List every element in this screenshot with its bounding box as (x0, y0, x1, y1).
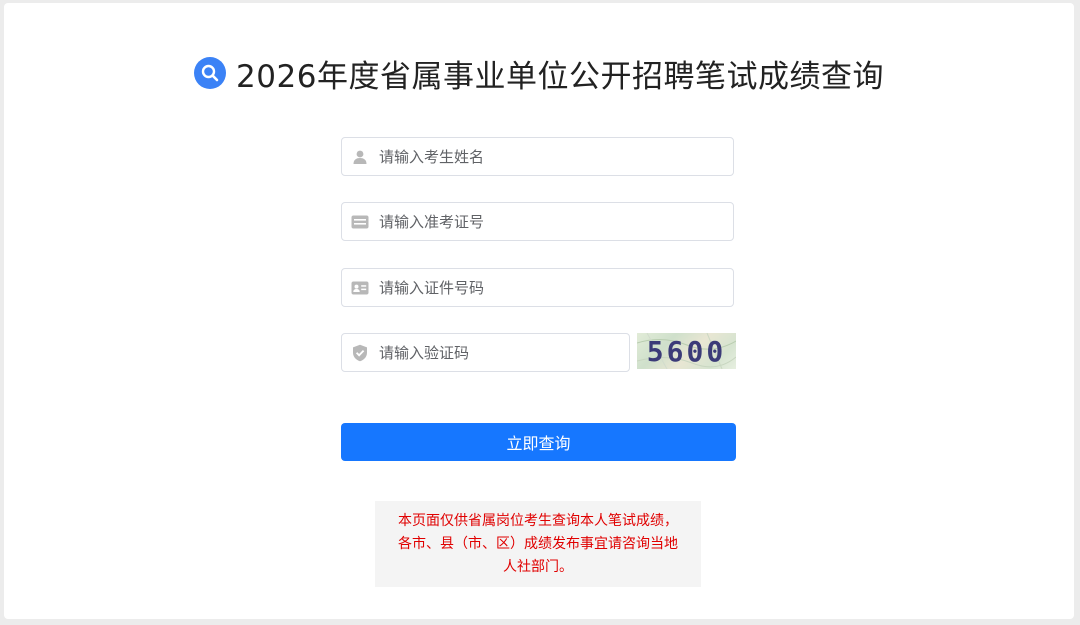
shield-check-icon (351, 344, 369, 362)
search-icon (194, 57, 227, 89)
page-title: 2026年度省属事业单位公开招聘笔试成绩查询 (236, 58, 884, 95)
notice-line: 各市、县（市、区）成绩发布事宜请咨询当地 (398, 536, 678, 552)
captcha-field[interactable] (341, 333, 630, 372)
captcha-code: 5600 (646, 334, 727, 368)
page-header: 2026年度省属事业单位公开招聘笔试成绩查询 (4, 53, 1074, 95)
captcha-image[interactable]: 5600 (637, 333, 736, 369)
id-card-icon (351, 279, 369, 297)
submit-query-button[interactable]: 立即查询 (341, 423, 736, 461)
card-icon (351, 213, 369, 231)
name-field[interactable] (341, 137, 734, 176)
captcha-input[interactable] (377, 336, 629, 369)
id-number-field[interactable] (341, 268, 734, 307)
ticket-field[interactable] (341, 202, 734, 241)
id-number-input[interactable] (377, 271, 733, 304)
notice-box: 本页面仅供省属岗位考生查询本人笔试成绩， 各市、县（市、区）成绩发布事宜请咨询当… (375, 501, 701, 587)
ticket-number-input[interactable] (377, 205, 733, 238)
user-icon (351, 148, 369, 166)
name-input[interactable] (377, 140, 733, 173)
notice-line: 本页面仅供省属岗位考生查询本人笔试成绩， (398, 513, 678, 529)
query-card: 2026年度省属事业单位公开招聘笔试成绩查询 请输入考生姓名 请输入准考证号 请… (4, 3, 1074, 619)
notice-line: 人社部门。 (503, 559, 573, 575)
